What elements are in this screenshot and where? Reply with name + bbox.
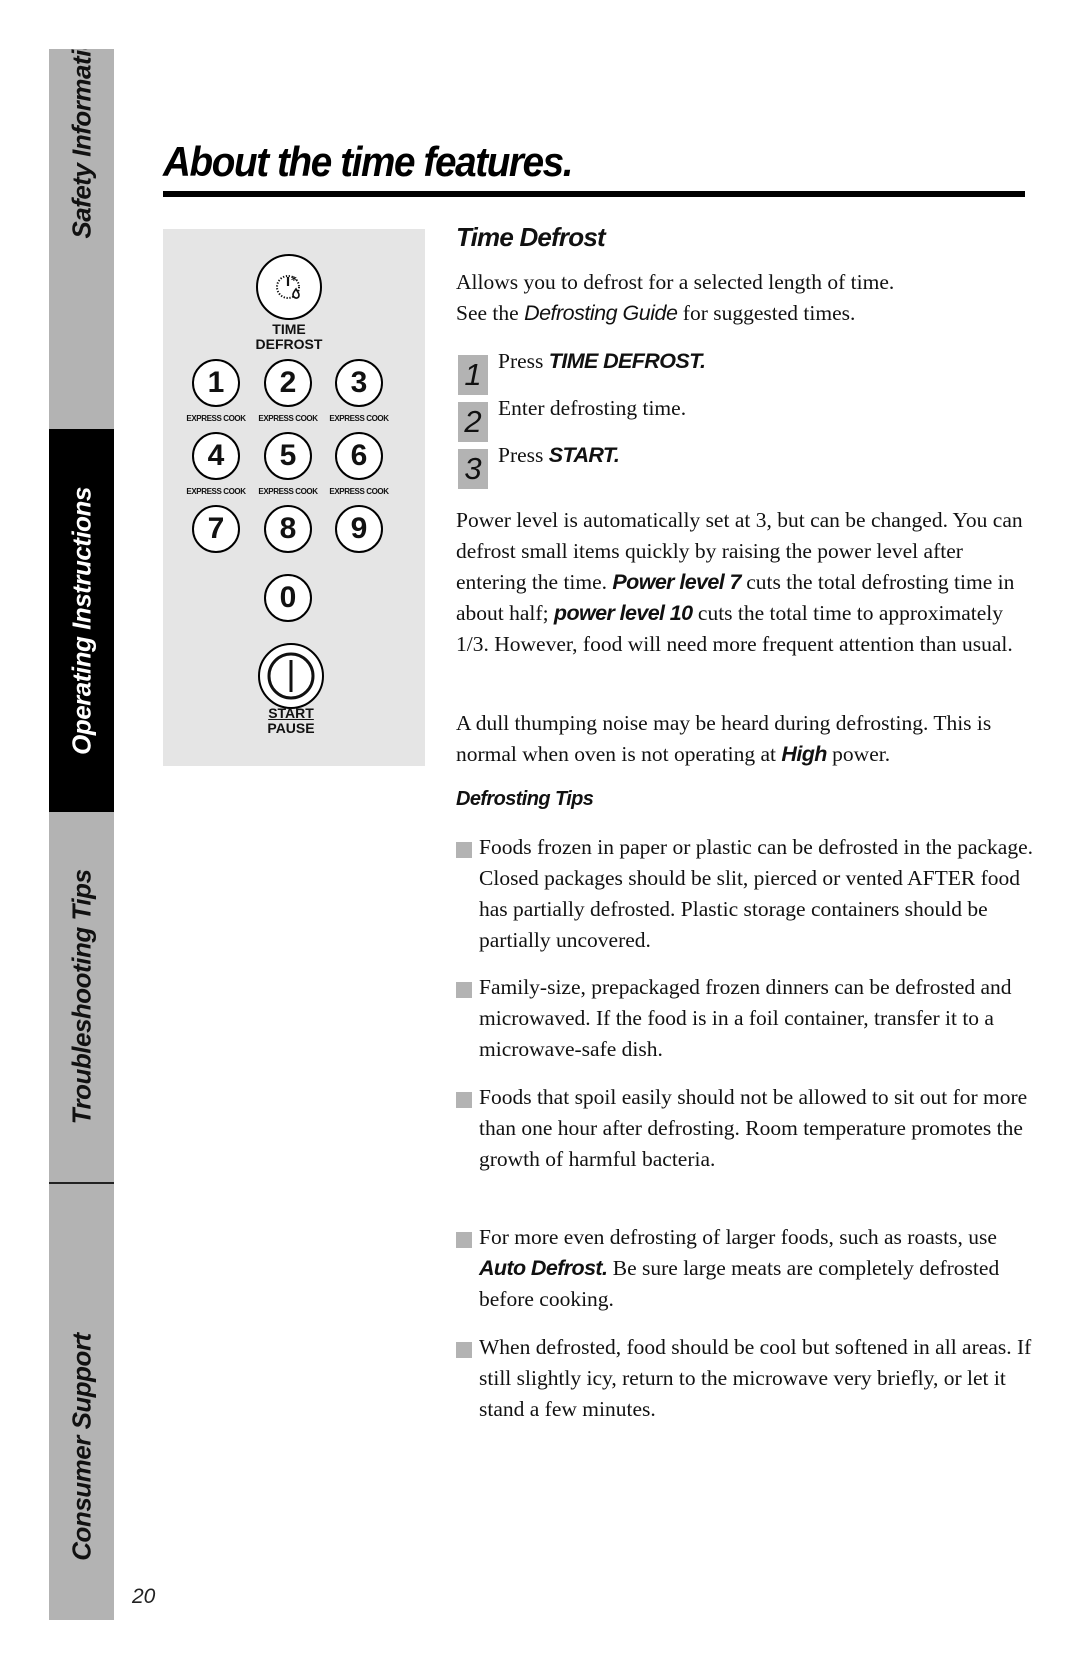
high-power-emphasis: High (781, 742, 827, 766)
time-defrost-label-line1: TIME (272, 321, 306, 337)
express-cook-label: EXPRESS COOK (329, 487, 389, 496)
section-sidebar: Safety Information Operating Instruction… (49, 49, 114, 1620)
step-instruction: Press (498, 443, 549, 467)
number-key-6[interactable]: 6 (335, 432, 383, 480)
paragraph-text: power. (826, 742, 891, 766)
tip-text: When defrosted, food should be cool but … (479, 1332, 1039, 1425)
tab-label: Safety Information (66, 49, 96, 239)
svg-text:*: * (291, 274, 297, 287)
square-bullet-icon (456, 1232, 472, 1248)
keypad-illustration: * TIME DEFROST 1 2 3 EXPRESS COOK EXPRES… (163, 229, 425, 766)
square-bullet-icon (456, 982, 472, 998)
step-number: 1 (458, 355, 488, 395)
start-pause-key[interactable] (258, 643, 324, 709)
step-emphasis: TIME DEFROST. (548, 349, 706, 373)
intro-paragraph: Allows you to defrost for a selected len… (456, 267, 1036, 329)
step-emphasis: START. (548, 443, 620, 467)
tab-consumer-support[interactable]: Consumer Support (49, 1184, 114, 1620)
time-defrost-label-line2: DEFROST (255, 336, 323, 352)
step-number: 3 (458, 449, 488, 489)
square-bullet-icon (456, 1092, 472, 1108)
number-key-0[interactable]: 0 (264, 574, 312, 622)
tab-label: Operating Instructions (66, 486, 96, 755)
defrosting-tips-heading: Defrosting Tips (456, 788, 594, 810)
intro-line-1: Allows you to defrost for a selected len… (456, 270, 895, 294)
tip-text: Foods that spoil easily should not be al… (479, 1082, 1039, 1175)
express-cook-label: EXPRESS COOK (258, 414, 318, 423)
power-level-10-emphasis: power level 10 (553, 601, 693, 625)
number-key-1[interactable]: 1 (192, 359, 240, 407)
number-key-7[interactable]: 7 (192, 505, 240, 553)
defrosting-guide-reference: Defrosting Guide (524, 301, 678, 325)
tab-safety-information[interactable]: Safety Information (49, 49, 114, 429)
square-bullet-icon (456, 1342, 472, 1358)
express-cook-label: EXPRESS COOK (186, 487, 246, 496)
number-key-3[interactable]: 3 (335, 359, 383, 407)
pause-label: PAUSE (267, 720, 315, 736)
intro-line-2-text: for suggested times. (677, 301, 856, 325)
title-rule (163, 191, 1025, 197)
start-pause-label: START PAUSE (231, 706, 351, 736)
tip-body: For more even defrosting of larger foods… (479, 1225, 997, 1249)
tip-body: Foods frozen in paper or plastic can be … (479, 835, 1034, 952)
square-bullet-icon (456, 842, 472, 858)
power-level-7-emphasis: Power level 7 (612, 570, 741, 594)
tab-label: Consumer Support (66, 1333, 96, 1561)
page-title: About the time features. (163, 138, 574, 185)
tab-label: Troubleshooting Tips (66, 869, 96, 1125)
express-cook-label: EXPRESS COOK (186, 414, 246, 423)
start-label: START (268, 705, 314, 721)
express-cook-label: EXPRESS COOK (258, 487, 318, 496)
tip-body: Family-size, prepackaged frozen dinners … (479, 975, 1012, 1061)
clock-snowflake-drop-icon: * (276, 274, 300, 299)
paragraph-text: A dull thumping noise may be heard durin… (456, 711, 992, 766)
step-text: Enter defrosting time. (498, 396, 686, 421)
step-number: 2 (458, 402, 488, 442)
time-defrost-label: TIME DEFROST (229, 322, 349, 352)
intro-line-2-text: See the (456, 301, 525, 325)
number-key-8[interactable]: 8 (264, 505, 312, 553)
section-heading-time-defrost: Time Defrost (456, 222, 606, 252)
step-instruction: Enter defrosting time. (498, 396, 687, 420)
express-cook-label: EXPRESS COOK (329, 414, 389, 423)
power-level-paragraph: Power level is automatically set at 3, b… (456, 505, 1036, 660)
tip-body: When defrosted, food should be cool but … (479, 1335, 1032, 1421)
tip-text: Foods frozen in paper or plastic can be … (479, 832, 1039, 956)
number-key-4[interactable]: 4 (192, 432, 240, 480)
noise-paragraph: A dull thumping noise may be heard durin… (456, 708, 1036, 770)
number-key-5[interactable]: 5 (264, 432, 312, 480)
page-number: 20 (132, 1585, 156, 1608)
tab-operating-instructions[interactable]: Operating Instructions (49, 429, 114, 812)
tip-text: Family-size, prepackaged frozen dinners … (479, 972, 1039, 1065)
step-instruction: Press (498, 349, 549, 373)
tip-body: Foods that spoil easily should not be al… (479, 1085, 1028, 1171)
number-key-2[interactable]: 2 (264, 359, 312, 407)
tip-text: For more even defrosting of larger foods… (479, 1222, 1039, 1315)
number-key-9[interactable]: 9 (335, 505, 383, 553)
power-start-icon (267, 652, 315, 700)
tab-troubleshooting-tips[interactable]: Troubleshooting Tips (49, 812, 114, 1182)
step-text: Press START. (498, 443, 620, 468)
time-defrost-key[interactable]: * (256, 254, 322, 320)
step-text: Press TIME DEFROST. (498, 349, 706, 374)
auto-defrost-emphasis: Auto Defrost. (479, 1256, 608, 1280)
